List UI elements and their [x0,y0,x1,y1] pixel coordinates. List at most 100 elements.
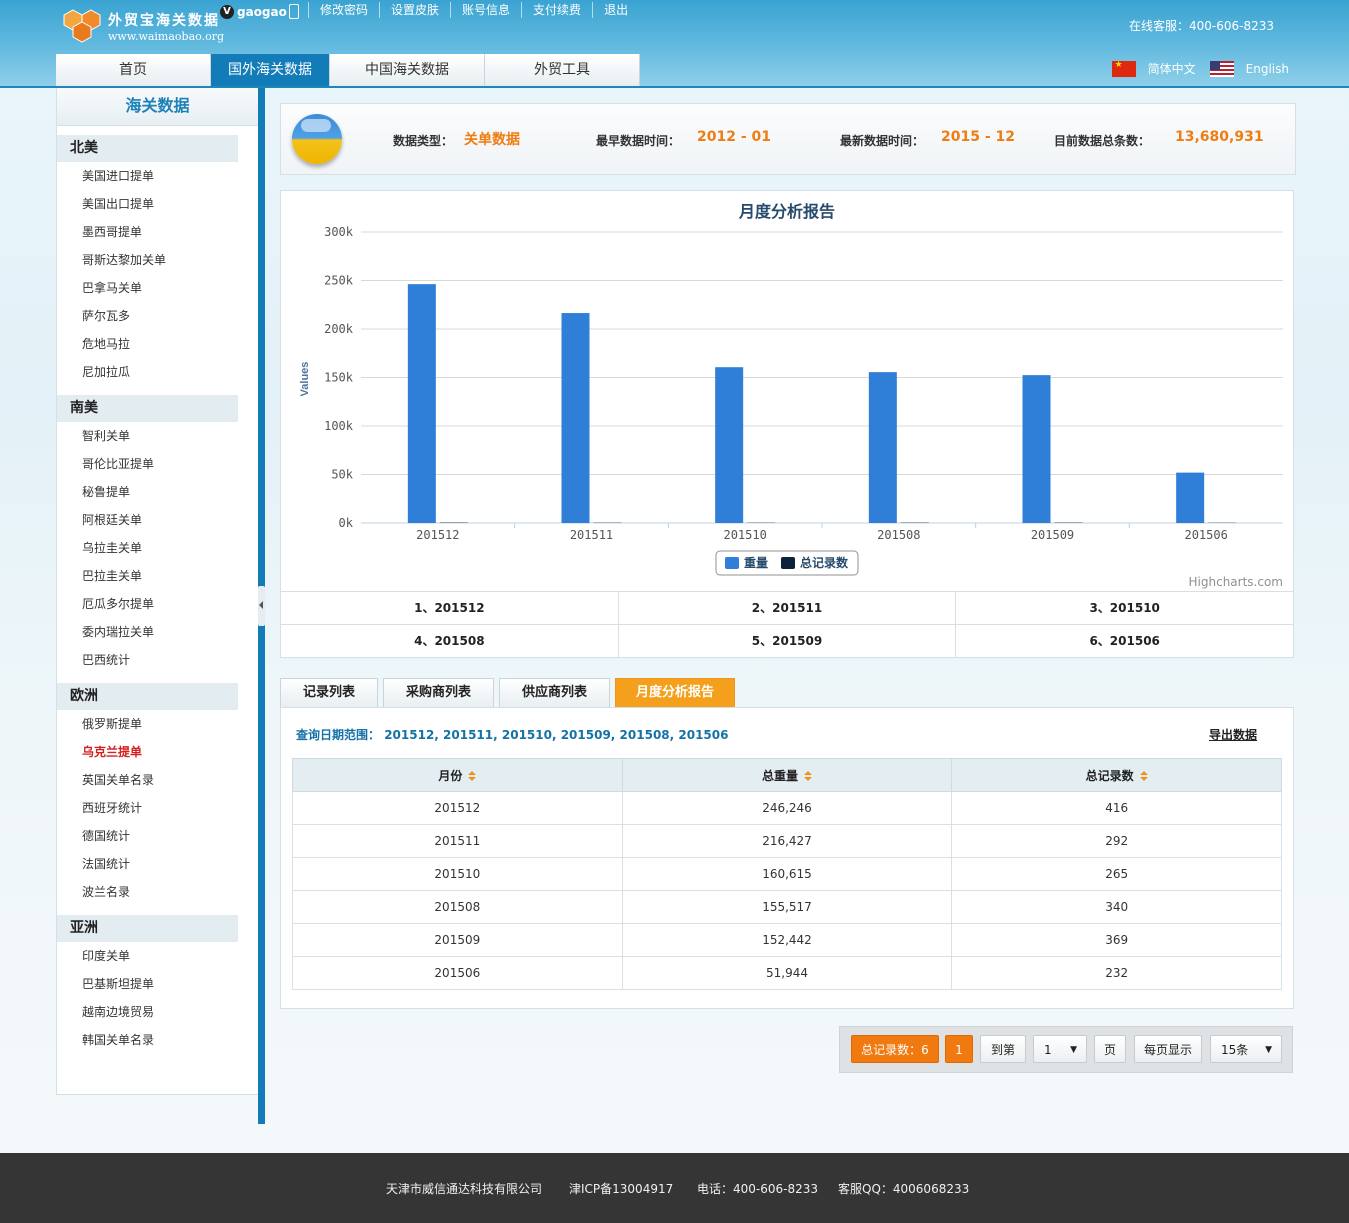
sidebar-item[interactable]: 巴拿马关单 [57,274,258,302]
month-grid-cell[interactable]: 2、201511 [619,592,957,624]
mobile-phone-icon[interactable] [289,4,299,19]
sidebar-item[interactable]: 巴基斯坦提单 [57,970,258,998]
sidebar: 海关数据 北美 美国进口提单 美国出口提单 墨西哥提单 哥斯达黎加关单 巴拿马关单 萨尔瓦多… [56,88,258,1095]
globe-icon [292,114,342,164]
table-cell: 201508 [292,890,623,924]
footer-qq: 客服QQ：4006068233 [838,1182,970,1196]
sidebar-item[interactable]: 哥伦比亚提单 [57,450,258,478]
tab-record-list[interactable]: 记录列表 [280,678,379,708]
sidebar-item[interactable]: 韩国关单名录 [57,1026,258,1054]
total-count-label: 目前数据总条数： [1054,134,1151,148]
logo-cubes-icon [63,9,101,43]
table-cell: 201511 [292,824,623,858]
month-grid-cell[interactable]: 6、201506 [956,625,1293,657]
sidebar-item[interactable]: 印度关单 [57,942,258,970]
sort-icon[interactable] [804,770,813,781]
column-total-records[interactable]: 总记录数 [951,758,1282,792]
table-cell: 369 [951,923,1282,957]
month-grid-cell[interactable]: 3、201510 [956,592,1293,624]
bar-weight [407,284,436,523]
sidebar-item[interactable]: 法国统计 [57,850,258,878]
bar-weight [561,313,590,523]
sidebar-item[interactable]: 乌拉圭关单 [57,534,258,562]
nav-trade-tools[interactable]: 外贸工具 [485,54,640,86]
sidebar-item[interactable]: 俄罗斯提单 [57,710,258,738]
table-cell: 292 [951,824,1282,858]
bar-weight [1022,375,1051,523]
nav-home[interactable]: 首页 [56,54,211,86]
month-grid-cell[interactable]: 4、201508 [281,625,619,657]
column-total-weight[interactable]: 总重量 [621,758,953,792]
table-cell: 152,442 [621,923,953,957]
sidebar-item[interactable]: 委内瑞拉关单 [57,618,258,646]
top-links: 修改密码 设置皮肤 账号信息 支付续费 退出 [308,2,639,18]
sidebar-item[interactable]: 越南边境贸易 [57,998,258,1026]
sidebar-item[interactable]: 巴拉圭关单 [57,562,258,590]
online-service[interactable]: 在线客服：400-606-8233 [1129,17,1274,34]
site-footer: 天津市威信通达科技有限公司 津ICP备13004917 电话：400-606-8… [0,1153,1349,1223]
region-title: 南美 [57,395,238,422]
username[interactable]: gaogao [237,5,287,19]
tab-buyer-list[interactable]: 采购商列表 [383,678,495,708]
table-cell: 340 [951,890,1282,924]
region-group: 亚洲 印度关单 巴基斯坦提单 越南边境贸易 韩国关单名录 [57,915,258,1054]
sidebar-collapse-handle[interactable] [258,586,265,626]
sidebar-item[interactable]: 美国出口提单 [57,190,258,218]
page-unit-button[interactable]: 页 [1094,1035,1126,1063]
nav-foreign-customs[interactable]: 国外海关数据 [211,54,330,86]
link-pay-renew[interactable]: 支付续费 [521,2,592,18]
table-cell: 216,427 [621,824,953,858]
sidebar-item[interactable]: 厄瓜多尔提单 [57,590,258,618]
region-title: 亚洲 [57,915,238,942]
export-data-link[interactable]: 导出数据 [1209,726,1257,743]
sidebar-item[interactable]: 尼加拉瓜 [57,358,258,386]
table-cell: 232 [951,956,1282,990]
sidebar-item[interactable]: 智利关单 [57,422,258,450]
us-flag-icon[interactable] [1209,60,1234,77]
page-1-button[interactable]: 1 [945,1035,973,1063]
link-change-password[interactable]: 修改密码 [308,2,379,18]
lang-english[interactable]: English [1246,62,1289,76]
sidebar-item[interactable]: 秘鲁提单 [57,478,258,506]
column-month[interactable]: 月份 [292,758,623,792]
month-grid-cell[interactable]: 1、201512 [281,592,619,624]
per-page-select[interactable]: 15条 [1210,1035,1282,1064]
y-tick-label: 50k [331,468,353,482]
china-flag-icon[interactable] [1111,60,1136,77]
link-set-skin[interactable]: 设置皮肤 [379,2,450,18]
region-list: 北美 美国进口提单 美国出口提单 墨西哥提单 哥斯达黎加关单 巴拿马关单 萨尔瓦多 危地马拉尼… [57,135,258,1054]
sidebar-item[interactable]: 美国进口提单 [57,162,258,190]
nav-china-customs[interactable]: 中国海关数据 [330,54,485,86]
sidebar-item[interactable]: 巴西统计 [57,646,258,674]
tab-monthly-report[interactable]: 月度分析报告 [615,678,736,708]
per-page-label: 每页显示 [1134,1035,1202,1063]
sidebar-item[interactable]: 西班牙统计 [57,794,258,822]
total-records-badge: 总记录数：6 [851,1035,939,1063]
sidebar-item[interactable]: 哥斯达黎加关单 [57,246,258,274]
sidebar-item[interactable]: 阿根廷关单 [57,506,258,534]
footer-icp[interactable]: 津ICP备13004917 [569,1180,673,1197]
sidebar-item[interactable]: 墨西哥提单 [57,218,258,246]
sidebar-item[interactable]: 萨尔瓦多 [57,302,258,330]
sidebar-item[interactable]: 乌克兰提单 [57,738,258,766]
region-group: 欧洲 俄罗斯提单 乌克兰提单 英国关单名录 西班牙统计 德国统计 法国统计 波兰名录 [57,683,258,906]
chart-panel: 月度分析报告 0k 50k 100k 150k 200k 250k 300k Values 201… [280,190,1294,658]
sidebar-item[interactable]: 德国统计 [57,822,258,850]
sort-icon[interactable] [468,770,477,781]
sidebar-item[interactable]: 英国关单名录 [57,766,258,794]
legend-label: 总记录数 [800,555,849,570]
tab-supplier-list[interactable]: 供应商列表 [499,678,611,708]
sort-icon[interactable] [1139,770,1148,781]
data-info-bar: 数据类型： 关单数据 最早数据时间： 2012 - 01 最新数据时间： 201… [280,103,1296,175]
legend-swatch [781,557,795,569]
page-select[interactable]: 1 [1033,1035,1087,1064]
table-cell: 201510 [292,857,623,891]
link-logout[interactable]: 退出 [592,2,639,18]
sidebar-item[interactable]: 波兰名录 [57,878,258,906]
lang-chinese[interactable]: 简体中文 [1148,60,1196,77]
month-grid-cell[interactable]: 5、201509 [619,625,957,657]
site-logo[interactable]: 外贸宝海关数据 www.waimaobao.org [62,6,232,46]
sidebar-item[interactable]: 危地马拉 [57,330,258,358]
link-account-info[interactable]: 账号信息 [450,2,521,18]
brand-url: www.waimaobao.org [108,30,224,43]
